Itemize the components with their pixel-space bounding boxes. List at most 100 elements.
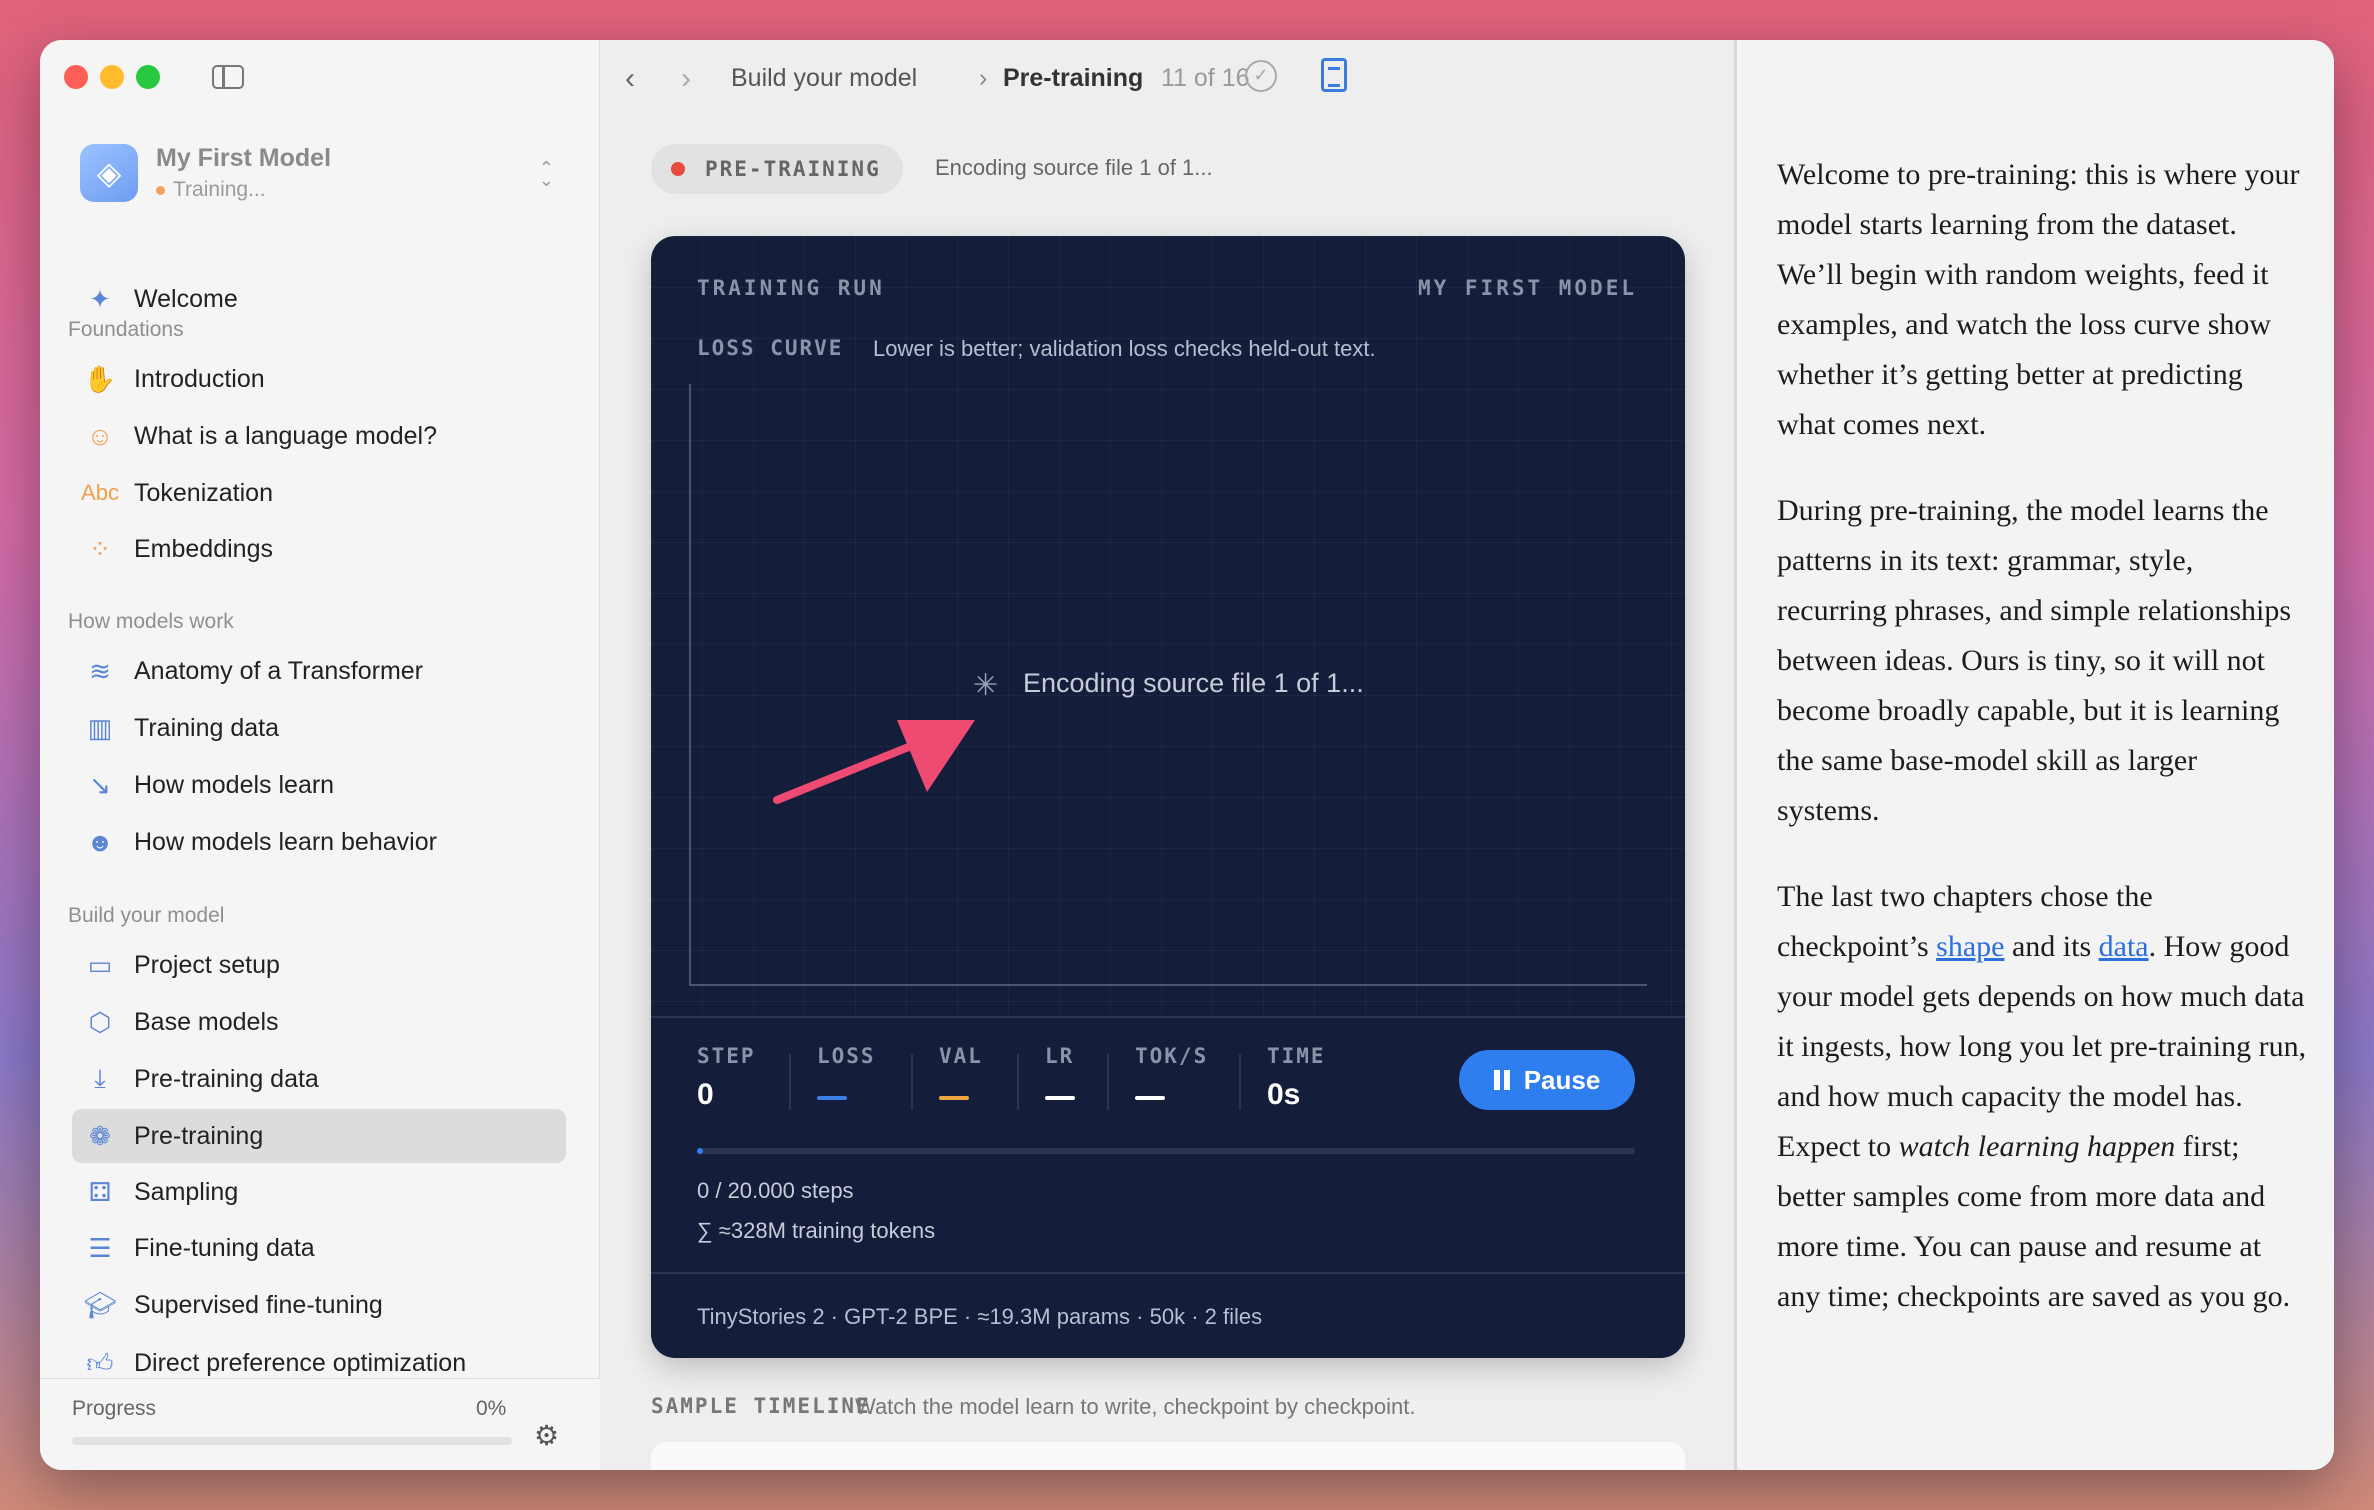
sidebar-item-sampling[interactable]: ⚃ Sampling xyxy=(72,1165,566,1219)
pointer-arrow-icon xyxy=(773,720,975,804)
loss-curve-title: LOSS CURVE xyxy=(697,336,844,360)
shape-link[interactable]: shape xyxy=(1936,930,2004,963)
section-how-models-work: How models work xyxy=(68,610,234,633)
training-run-card: TRAINING RUN MY FIRST MODEL LOSS CURVE L… xyxy=(651,236,1685,1358)
sidebar-item-label: Fine-tuning data xyxy=(134,1233,315,1262)
stat-step-value: 0 xyxy=(697,1078,714,1111)
stat-loss: LOSS xyxy=(817,1044,876,1100)
lr-dash xyxy=(1045,1096,1075,1100)
sidebar-item-embeddings[interactable]: ⁘ Embeddings xyxy=(72,522,566,576)
sidebar-item-label: Training data xyxy=(134,713,279,742)
section-build-your-model: Build your model xyxy=(68,904,225,927)
steps-text: 0 / 20.000 steps xyxy=(697,1178,854,1203)
layers-icon: ≋ xyxy=(89,655,111,686)
sidebar-item-label: What is a language model? xyxy=(134,421,437,450)
divider xyxy=(651,1272,1685,1274)
sidebar-item-pretraining[interactable]: ❁ Pre-training xyxy=(72,1109,566,1163)
loss-legend-swatch xyxy=(817,1096,847,1100)
download-tray-icon: ⤓ xyxy=(94,1063,106,1093)
card-header-left: TRAINING RUN xyxy=(697,276,885,300)
sidebar-item-sft[interactable]: 🎓︎ Supervised fine-tuning xyxy=(72,1278,566,1332)
stat-val-label: VAL xyxy=(939,1044,983,1068)
sidebar-item-how-models-learn[interactable]: ↘ How models learn xyxy=(72,758,566,812)
page-counter: 11 of 16 xyxy=(1161,64,1250,92)
stat-time: TIME 0s xyxy=(1267,1044,1326,1112)
cube-icon: ◈ xyxy=(80,144,138,202)
sidebar: ◈ My First Model Training... ⌃ ⌄ ✦ Welcom… xyxy=(40,40,600,1470)
data-link[interactable]: data xyxy=(2099,930,2149,963)
sidebar-item-label: Project setup xyxy=(134,950,280,979)
dice-icon: ⚃ xyxy=(88,1176,112,1207)
stat-step: STEP 0 xyxy=(697,1044,756,1112)
window-controls xyxy=(64,65,160,89)
val-legend-swatch xyxy=(939,1096,969,1100)
folder-gear-icon: ▭ xyxy=(87,949,113,980)
sidebar-item-finetuning-data[interactable]: ☰ Fine-tuning data xyxy=(72,1221,566,1275)
progress-value: 0% xyxy=(476,1397,507,1420)
sidebar-item-label: Introduction xyxy=(134,364,265,393)
sidebar-item-pretraining-data[interactable]: ⤓ Pre-training data xyxy=(72,1052,566,1106)
sample-timeline-card xyxy=(651,1442,1685,1470)
sidebar-toggle-icon[interactable] xyxy=(212,65,244,89)
masks-icon: ☻ xyxy=(86,826,114,857)
sidebar-item-transformer[interactable]: ≋ Anatomy of a Transformer xyxy=(72,644,566,698)
back-arrow-icon[interactable]: ‹ xyxy=(625,62,635,96)
sidebar-item-label: Anatomy of a Transformer xyxy=(134,656,424,685)
encoding-overlay-text: Encoding source file 1 of 1... xyxy=(1023,668,1364,698)
document-icon[interactable] xyxy=(1321,58,1347,92)
sample-timeline-title: SAMPLE TIMELINE xyxy=(651,1394,871,1418)
stat-step-label: STEP xyxy=(697,1044,756,1068)
minimize-window-button[interactable] xyxy=(100,65,124,89)
sidebar-item-label: Direct preference optimization xyxy=(134,1348,467,1377)
close-window-button[interactable] xyxy=(64,65,88,89)
divider xyxy=(1239,1054,1241,1110)
sidebar-item-base-models[interactable]: ⬡ Base models xyxy=(72,995,566,1049)
divider xyxy=(1107,1054,1109,1110)
stat-val: VAL xyxy=(939,1044,983,1100)
sidebar-item-label: Pre-training data xyxy=(134,1064,319,1093)
forward-arrow-icon[interactable]: › xyxy=(681,62,691,96)
sparkle-icon: ✦ xyxy=(89,283,111,314)
checkmark-circle-icon[interactable]: ✓ xyxy=(1245,60,1277,92)
cube-outline-icon: ⬡ xyxy=(88,1006,112,1037)
run-config-footer: TinyStories 2 · GPT-2 BPE · ≈19.3M param… xyxy=(697,1304,1263,1329)
model-status: Training... xyxy=(156,178,266,202)
sidebar-item-introduction[interactable]: ✋ Introduction xyxy=(72,352,566,406)
reader-text-span: and its xyxy=(2004,930,2099,963)
status-text: Encoding source file 1 of 1... xyxy=(935,155,1213,180)
progress-label: Progress xyxy=(72,1397,157,1420)
sidebar-item-label: Welcome xyxy=(134,284,238,313)
reader-text: Welcome to pre-training: this is where y… xyxy=(1777,150,2307,1358)
reader-text-span: . How good your model gets depends on ho… xyxy=(1777,930,2307,1163)
model-selector[interactable]: ◈ My First Model Training... ⌃ ⌄ xyxy=(80,140,560,220)
breadcrumb-separator: › xyxy=(979,64,988,92)
sidebar-item-language-model[interactable]: ☺ What is a language model? xyxy=(72,409,566,463)
wave-hand-icon: ✋ xyxy=(83,363,117,394)
stat-lr-label: LR xyxy=(1045,1044,1075,1068)
breadcrumb-current: Pre-training xyxy=(1003,64,1144,92)
pause-button-label: Pause xyxy=(1523,1064,1601,1095)
graduation-cap-icon: 🎓︎ xyxy=(83,1289,117,1320)
breadcrumb-parent[interactable]: Build your model xyxy=(731,64,917,93)
brain-icon: ❁ xyxy=(89,1120,111,1151)
divider xyxy=(911,1054,913,1110)
sample-timeline-subtitle: Watch the model learn to write, checkpoi… xyxy=(855,1394,1416,1419)
sidebar-item-label: Pre-training xyxy=(134,1121,264,1150)
sidebar-item-training-data[interactable]: ▥ Training data xyxy=(72,701,566,755)
progress-track xyxy=(72,1437,512,1445)
sliders-icon[interactable]: ⚙︎ xyxy=(534,1419,559,1452)
zoom-window-button[interactable] xyxy=(136,65,160,89)
thumbs-up-icon: 👍︎ xyxy=(86,1347,114,1378)
reader-paragraph: Welcome to pre-training: this is where y… xyxy=(1777,158,2300,441)
pause-button[interactable]: Pause xyxy=(1459,1050,1635,1110)
sidebar-item-tokenization[interactable]: Abc Tokenization xyxy=(72,466,566,520)
status-badge: PRE-TRAINING xyxy=(651,144,903,194)
sidebar-item-learn-behavior[interactable]: ☻ How models learn behavior xyxy=(72,815,566,869)
reader-panel: Welcome to pre-training: this is where y… xyxy=(1734,40,2334,1470)
stat-toks-label: TOK/S xyxy=(1135,1044,1209,1068)
loss-curve-subtitle: Lower is better; validation loss checks … xyxy=(873,336,1376,361)
main-content: ‹ › Build your model › Pre-training 11 o… xyxy=(601,40,1733,1470)
nodes-icon: ⁘ xyxy=(89,533,111,564)
model-name: My First Model xyxy=(156,144,332,172)
sidebar-item-project-setup[interactable]: ▭ Project setup xyxy=(72,938,566,992)
